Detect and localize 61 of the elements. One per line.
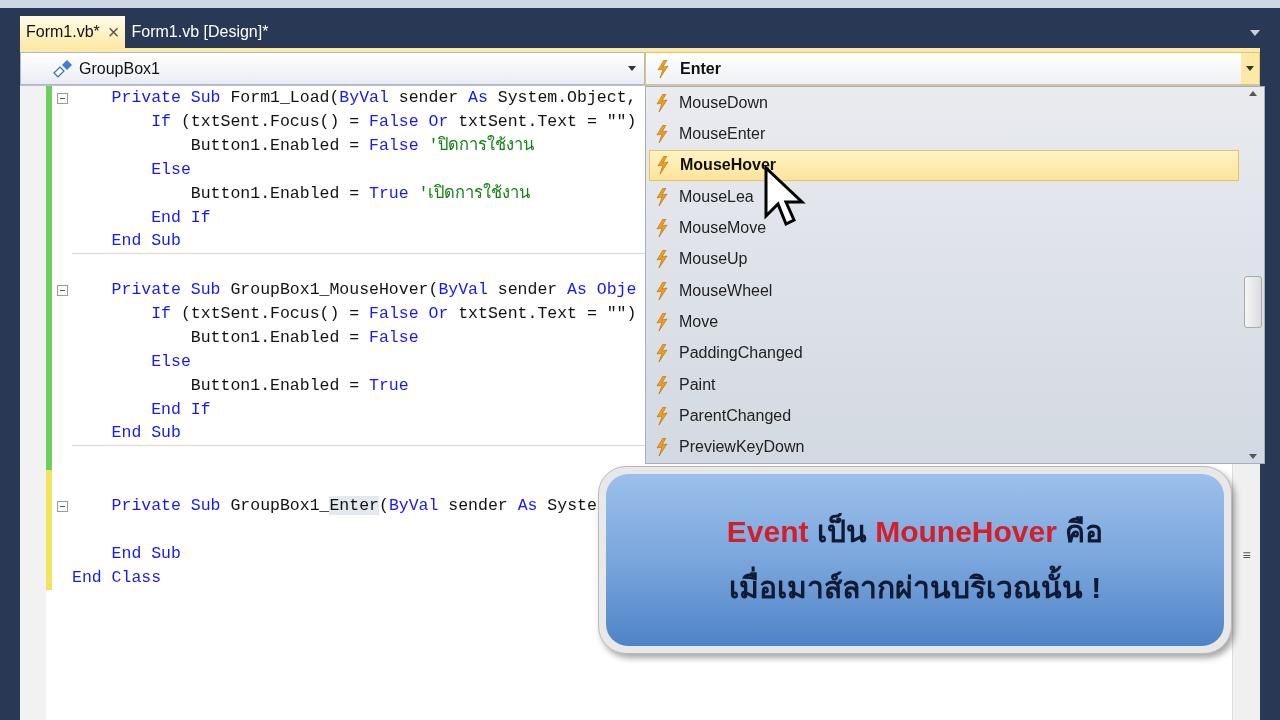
event-item[interactable]: MouseUp (649, 243, 1239, 275)
code-line: End If (150, 398, 211, 421)
code-line: Button1.Enabled = True 'เปิดการใช้งาน (189, 182, 531, 205)
document-tab[interactable]: Form1.vb* × (20, 16, 126, 48)
event-item[interactable]: MouseDown (649, 87, 1239, 119)
code-line: End Class (72, 566, 162, 589)
event-item[interactable]: MouseMove (649, 212, 1239, 244)
lightning-icon (655, 93, 669, 112)
event-item[interactable]: MouseHover (649, 149, 1239, 181)
lightning-icon (655, 375, 669, 394)
event-item[interactable]: Move (649, 306, 1239, 338)
dropdown-arrow-icon[interactable] (1250, 30, 1260, 36)
event-item[interactable]: MouseLea (649, 181, 1239, 213)
dropdown-arrow-icon (1246, 66, 1254, 71)
lightning-icon (655, 281, 669, 300)
code-line: Private Sub Form1_Load(ByVal sender As System.Object, (110, 86, 637, 109)
code-line: Private Sub GroupBox1_Enter(ByVal sender As Syste (110, 494, 597, 517)
lightning-icon (655, 344, 669, 363)
code-line: End Sub (110, 422, 181, 445)
event-item[interactable]: ParentChanged (649, 400, 1239, 432)
code-line: Button1.Enabled = False (189, 326, 419, 349)
object-selector[interactable]: GroupBox1 (20, 52, 645, 85)
dropdown-arrow-icon (628, 66, 636, 71)
collapse-icon[interactable] (56, 500, 68, 512)
lightning-icon (656, 156, 670, 175)
lightning-icon (655, 250, 669, 269)
event-item[interactable]: PaddingChanged (649, 337, 1239, 369)
scrollbar-thumb[interactable] (1244, 276, 1262, 328)
lightning-icon (655, 219, 669, 237)
caption-text: Event เป็น MouneHover คือ (726, 512, 1104, 550)
event-item[interactable]: MouseEnter (649, 118, 1239, 150)
event-item[interactable]: MouseWheel (649, 275, 1239, 307)
scroll-down-icon[interactable] (1249, 454, 1257, 459)
caption-text: เมื่อเมาส์ลากผ่านบริเวณนั้น ! (728, 564, 1102, 612)
code-line: Private Sub GroupBox1_MouseHover(ByVal sender As Obje (110, 278, 637, 301)
dropdown-button[interactable] (1241, 53, 1259, 84)
code-line: Else (150, 350, 191, 373)
collapse-icon[interactable] (56, 92, 68, 104)
split-handle[interactable]: ≡ (1242, 548, 1251, 562)
scroll-up-icon[interactable] (1249, 91, 1257, 96)
lightning-icon (656, 59, 670, 78)
code-line: Button1.Enabled = False 'ปิดการใช้งาน (189, 134, 535, 157)
code-line: End If (150, 206, 211, 229)
event-selector[interactable]: Enter (645, 52, 1260, 85)
lightning-icon (655, 125, 669, 143)
code-line: Else (150, 158, 191, 181)
event-item[interactable]: PreviewKeyDown (649, 431, 1239, 463)
code-line: If (txtSent.Focus() = False Or txtSent.Text = "") (150, 302, 637, 325)
component-icon (51, 58, 73, 79)
code-line: Button1.Enabled = True (189, 374, 409, 397)
code-line: End Sub (110, 542, 181, 565)
code-line: If (txtSent.Focus() = False Or txtSent.Text = "") (150, 110, 637, 133)
collapse-icon[interactable] (56, 284, 68, 296)
code-line: End Sub (110, 230, 181, 253)
lightning-icon (655, 187, 669, 206)
event-item[interactable]: Paint (649, 368, 1239, 401)
close-icon[interactable]: × (107, 22, 120, 42)
lightning-icon (655, 438, 669, 457)
lightning-icon (655, 312, 669, 331)
lightning-icon (655, 406, 669, 425)
document-tab[interactable]: Form1.vb [Design]* (125, 16, 275, 48)
